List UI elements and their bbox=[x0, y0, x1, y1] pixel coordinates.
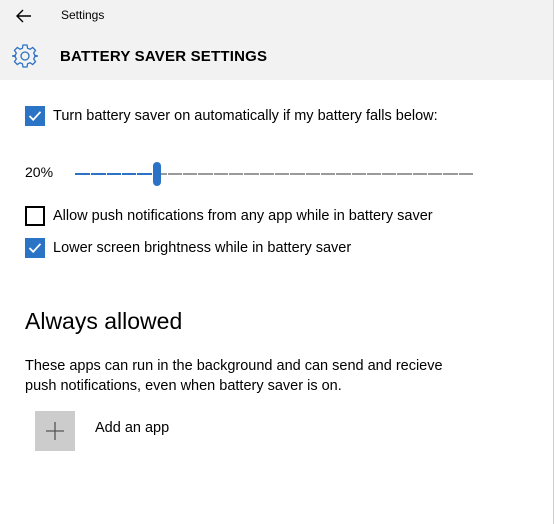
slider-tick bbox=[320, 172, 321, 176]
always-allowed-title: Always allowed bbox=[25, 308, 183, 334]
page-header: BATTERY SAVER SETTINGS bbox=[0, 32, 554, 80]
auto-saver-row[interactable]: Turn battery saver on automatically if m… bbox=[25, 106, 438, 126]
gear-icon bbox=[12, 44, 38, 68]
push-notifications-label: Allow push notifications from any app wh… bbox=[53, 208, 433, 224]
threshold-slider[interactable] bbox=[75, 162, 473, 186]
slider-tick bbox=[412, 172, 413, 176]
push-notifications-row[interactable]: Allow push notifications from any app wh… bbox=[25, 206, 433, 226]
slider-tick bbox=[366, 172, 367, 176]
app-title: Settings bbox=[61, 8, 105, 22]
push-notifications-checkbox[interactable] bbox=[25, 206, 45, 226]
checkmark-icon bbox=[28, 243, 42, 254]
slider-tick bbox=[305, 172, 306, 176]
auto-saver-label: Turn battery saver on automatically if m… bbox=[53, 108, 438, 124]
slider-tick bbox=[182, 172, 183, 176]
slider-tick bbox=[442, 172, 443, 176]
slider-tick bbox=[274, 172, 275, 176]
lower-brightness-checkbox[interactable] bbox=[25, 238, 45, 258]
slider-tick bbox=[136, 172, 137, 176]
title-bar: Settings bbox=[0, 0, 554, 32]
slider-tick bbox=[289, 172, 290, 176]
slider-tick bbox=[197, 172, 198, 176]
slider-thumb[interactable] bbox=[153, 162, 161, 186]
threshold-value: 20% bbox=[25, 164, 54, 180]
lower-brightness-label: Lower screen brightness while in battery… bbox=[53, 240, 352, 256]
slider-tick bbox=[228, 172, 229, 176]
slider-tick bbox=[90, 172, 91, 176]
slider-tick bbox=[335, 172, 336, 176]
add-app-button[interactable] bbox=[35, 411, 75, 451]
slider-tick bbox=[259, 172, 260, 176]
slider-tick bbox=[213, 172, 214, 176]
slider-tick bbox=[381, 172, 382, 176]
add-app-label[interactable]: Add an app bbox=[95, 420, 169, 436]
auto-saver-checkbox[interactable] bbox=[25, 106, 45, 126]
lower-brightness-row[interactable]: Lower screen brightness while in battery… bbox=[25, 238, 351, 258]
checkmark-icon bbox=[28, 111, 42, 122]
slider-tick bbox=[351, 172, 352, 176]
slider-tick bbox=[427, 172, 428, 176]
plus-icon bbox=[46, 422, 64, 440]
slider-tick bbox=[243, 172, 244, 176]
slider-tick bbox=[396, 172, 397, 176]
slider-tick bbox=[167, 172, 168, 176]
always-allowed-description: These apps can run in the background and… bbox=[25, 358, 443, 394]
slider-tick bbox=[458, 172, 459, 176]
page-title: BATTERY SAVER SETTINGS bbox=[60, 48, 268, 65]
slider-tick bbox=[121, 172, 122, 176]
back-button[interactable] bbox=[10, 4, 38, 28]
slider-tick bbox=[106, 172, 107, 176]
slider-ticks bbox=[75, 172, 473, 176]
back-arrow-icon bbox=[16, 9, 31, 23]
